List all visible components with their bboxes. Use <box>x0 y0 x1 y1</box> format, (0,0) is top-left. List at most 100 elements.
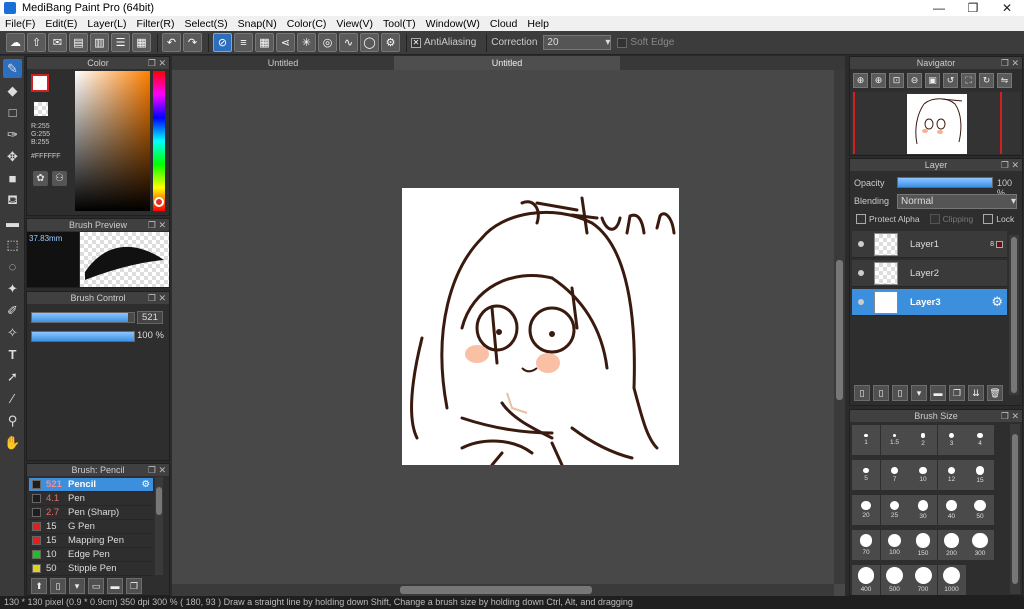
color-picker-icon[interactable]: ⚇ <box>52 171 67 186</box>
settings-gear-icon[interactable]: ⚙ <box>381 33 400 52</box>
layer-opacity-slider[interactable] <box>897 177 993 188</box>
text-tool-icon[interactable]: T <box>3 345 22 364</box>
new-layer-icon[interactable]: ▯ <box>854 385 870 401</box>
close-icon[interactable]: ❐ ✕ <box>148 219 166 231</box>
rotate-right-icon[interactable]: ↻ <box>979 73 994 88</box>
layer-folder-icon[interactable]: ▬ <box>930 385 946 401</box>
brush-size-cell[interactable]: 3 <box>937 425 966 455</box>
select-tool-icon[interactable]: ⬚ <box>3 235 22 254</box>
cloud-icon[interactable]: ☁ <box>6 33 25 52</box>
correction-dropdown[interactable]: 20 ▾ <box>543 35 612 50</box>
brush-size-cell[interactable]: 50 <box>966 495 994 525</box>
brush-size-cell[interactable]: 12 <box>937 460 966 490</box>
canvas-vertical-scroll-thumb[interactable] <box>836 260 843 400</box>
brush-settings-gear-icon[interactable]: ⚙ <box>141 479 150 490</box>
layer-settings-gear-icon[interactable]: ⚙ <box>991 294 1003 310</box>
select-eraser-tool-icon[interactable]: ✧ <box>3 323 22 342</box>
lasso-tool-icon[interactable]: ◌ <box>3 257 22 276</box>
brush-size-cell[interactable]: 25 <box>880 495 909 525</box>
tab-untitled-1[interactable]: Untitled <box>172 56 394 70</box>
menu-select[interactable]: Select(S) <box>179 18 232 30</box>
transparent-color-swatch[interactable] <box>34 102 48 116</box>
clipping-checkbox[interactable] <box>929 214 940 224</box>
brush-size-cell[interactable]: 70 <box>852 530 880 560</box>
menu-cloud[interactable]: Cloud <box>485 18 522 30</box>
brush-size-cell[interactable]: 20 <box>852 495 880 525</box>
new-8bit-layer-icon[interactable]: ▯ <box>892 385 908 401</box>
brush-size-cell[interactable]: 2 <box>909 425 937 455</box>
close-button[interactable]: ✕ <box>990 0 1024 16</box>
eye-icon[interactable] <box>858 241 864 247</box>
list-icon[interactable]: ☰ <box>111 33 130 52</box>
brush-size-cell[interactable]: 400 <box>852 565 880 595</box>
menu-snap[interactable]: Snap(N) <box>233 18 282 30</box>
brush-size-cell[interactable]: 1.5 <box>880 425 909 455</box>
new-brush-icon[interactable]: ▯ <box>50 578 66 594</box>
new-halftone-layer-icon[interactable]: ▯ <box>873 385 889 401</box>
rotate-left-icon[interactable]: ↺ <box>943 73 958 88</box>
canvas-horizontal-scrollbar[interactable] <box>172 584 834 596</box>
folder-icon[interactable]: ▬ <box>107 578 123 594</box>
layer-row[interactable]: Layer1 8 <box>852 231 1007 258</box>
close-icon[interactable]: ❐ ✕ <box>148 464 166 476</box>
menu-tool[interactable]: Tool(T) <box>378 18 421 30</box>
close-icon[interactable]: ❐ ✕ <box>1001 410 1019 422</box>
layer-row[interactable]: Layer2 <box>852 260 1007 287</box>
brush-item[interactable]: 521 Pencil ⚙ <box>29 478 153 492</box>
add-brush-icon[interactable]: ▾ <box>69 578 85 594</box>
brush-item[interactable]: 15 G Pen <box>29 520 153 534</box>
blending-dropdown[interactable]: Normal ▾ <box>897 194 1017 209</box>
cloud-brush-icon[interactable]: ⬆ <box>31 578 47 594</box>
brush-size-slider[interactable] <box>31 312 135 323</box>
menu-view[interactable]: View(V) <box>331 18 378 30</box>
eye-icon[interactable] <box>858 299 864 305</box>
brush-size-cell[interactable]: 15 <box>966 460 994 490</box>
brush-size-scroll-thumb[interactable] <box>1012 434 1018 584</box>
radial-snap-icon[interactable]: ✳ <box>297 33 316 52</box>
curve-snap-icon[interactable]: ∿ <box>339 33 358 52</box>
layer-list-scroll-thumb[interactable] <box>1011 237 1017 393</box>
menu-layer[interactable]: Layer(L) <box>82 18 131 30</box>
navigator-preview[interactable] <box>852 92 1020 154</box>
brush-item[interactable]: 4.1 Pen <box>29 492 153 506</box>
hue-handle[interactable] <box>154 197 164 207</box>
snap-off-icon[interactable]: ⊘ <box>213 33 232 52</box>
divide-tool-icon[interactable]: ⁄ <box>3 389 22 408</box>
magic-wand-tool-icon[interactable]: ✦ <box>3 279 22 298</box>
canvas-vertical-scrollbar[interactable] <box>834 70 845 584</box>
close-icon[interactable]: ❐ ✕ <box>148 57 166 69</box>
brush-list-scroll-thumb[interactable] <box>156 487 162 515</box>
menu-filter[interactable]: Filter(R) <box>132 18 180 30</box>
brush-size-value[interactable]: 521 <box>137 311 163 324</box>
brush-size-cell[interactable]: 4 <box>966 425 994 455</box>
close-icon[interactable]: ❐ ✕ <box>148 292 166 304</box>
redo-icon[interactable]: ↷ <box>183 33 202 52</box>
fill-rect-tool-icon[interactable]: ■ <box>3 169 22 188</box>
antialiasing-toggle[interactable]: ✕ AntiAliasing <box>411 37 476 48</box>
concentric-snap-icon[interactable]: ◎ <box>318 33 337 52</box>
select-pen-tool-icon[interactable]: ✐ <box>3 301 22 320</box>
ellipse-snap-icon[interactable]: ◯ <box>360 33 379 52</box>
hand-tool-icon[interactable]: ✋ <box>3 433 22 452</box>
brush-size-cell[interactable]: 150 <box>909 530 937 560</box>
saturation-value-picker[interactable] <box>75 71 150 211</box>
brush-size-scrollbar[interactable] <box>1010 424 1020 594</box>
upload-icon[interactable]: ⇧ <box>27 33 46 52</box>
foreground-color-swatch[interactable] <box>31 74 49 92</box>
brush-size-cell[interactable]: 500 <box>880 565 909 595</box>
drawing-canvas[interactable] <box>402 188 679 467</box>
antialiasing-checkbox[interactable]: ✕ <box>411 37 421 48</box>
brush-item[interactable]: 2.7 Pen (Sharp) <box>29 506 153 520</box>
grid-list-icon[interactable]: ▦ <box>132 33 151 52</box>
brush-item[interactable]: 15 Mapping Pen <box>29 534 153 548</box>
menu-window[interactable]: Window(W) <box>421 18 485 30</box>
brush-opacity-slider[interactable] <box>31 331 135 342</box>
soft-edge-toggle[interactable]: Soft Edge <box>617 37 674 48</box>
parallel-snap-icon[interactable]: ≡ <box>234 33 253 52</box>
brush-size-cell[interactable]: 300 <box>966 530 994 560</box>
brush-size-cell[interactable]: 1 <box>852 425 880 455</box>
zoom-in-icon[interactable]: ⊕ <box>853 73 868 88</box>
zoom-in-alt-icon[interactable]: ⊕ <box>871 73 886 88</box>
bucket-tool-icon[interactable]: ⛾ <box>3 191 22 210</box>
dot-tool-icon[interactable]: ✑ <box>3 125 22 144</box>
